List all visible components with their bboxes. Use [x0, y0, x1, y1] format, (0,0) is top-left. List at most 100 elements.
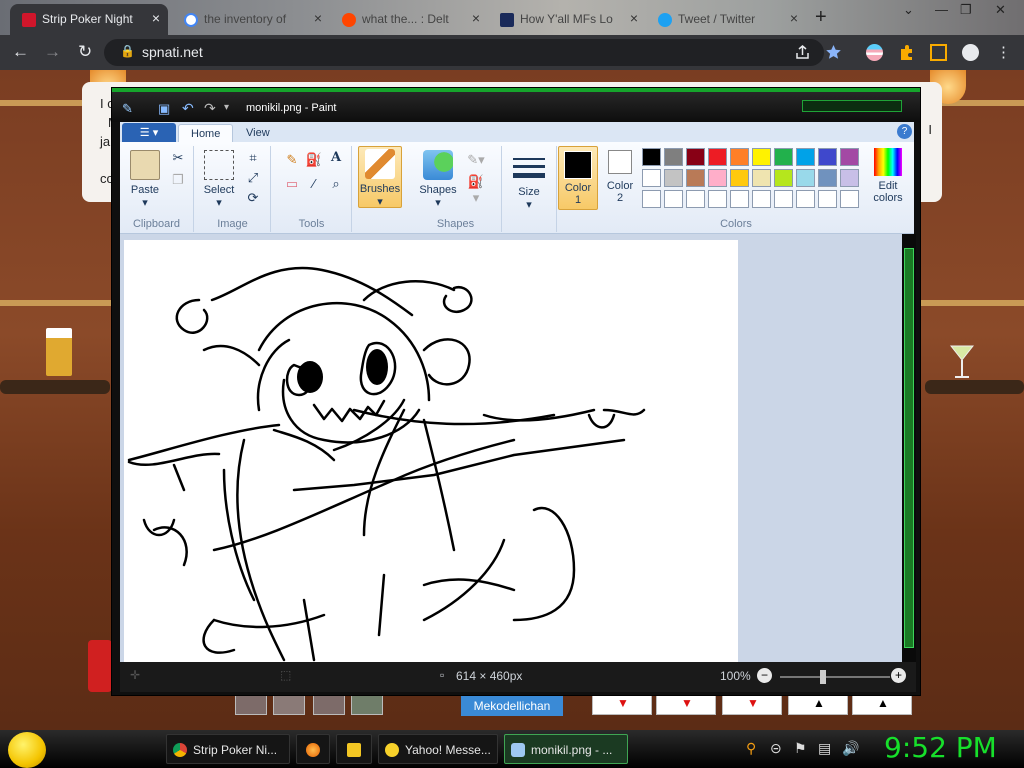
- fill-bucket-icon[interactable]: ⛽: [304, 152, 324, 170]
- puzzle-icon[interactable]: [898, 44, 915, 61]
- playing-card[interactable]: ▼: [722, 695, 782, 715]
- color-swatch[interactable]: [840, 190, 859, 208]
- save-icon[interactable]: ▣: [158, 101, 170, 117]
- sidebar-icon[interactable]: [930, 44, 947, 61]
- tab-close-icon[interactable]: ×: [790, 10, 798, 26]
- zoom-slider[interactable]: [780, 670, 890, 684]
- color-swatch[interactable]: [818, 169, 837, 187]
- chevron-down-icon[interactable]: ⌄: [903, 2, 914, 18]
- back-arrow-icon[interactable]: ←: [12, 42, 29, 62]
- color-swatch[interactable]: [796, 190, 815, 208]
- playing-card[interactable]: ▼: [592, 695, 652, 715]
- taskbar-item-firefox[interactable]: [296, 734, 330, 764]
- forward-arrow-icon[interactable]: →: [44, 42, 61, 62]
- color1-button[interactable]: Color 1: [558, 146, 598, 210]
- redo-icon[interactable]: ↷: [204, 100, 216, 117]
- color-picker-icon[interactable]: ⁄: [304, 176, 324, 194]
- color2-button[interactable]: Color 2: [602, 150, 638, 204]
- eraser-icon[interactable]: ▭: [282, 176, 302, 194]
- color-swatch[interactable]: [730, 148, 749, 166]
- brushes-button[interactable]: Brushes ▾: [358, 146, 402, 208]
- color-swatch[interactable]: [730, 169, 749, 187]
- color-swatch[interactable]: [752, 190, 771, 208]
- minimize-icon[interactable]: —: [935, 2, 948, 17]
- shapes-button[interactable]: Shapes ▾: [416, 150, 460, 209]
- share-icon[interactable]: [794, 44, 811, 61]
- tab-home[interactable]: Home: [178, 124, 234, 142]
- color-swatch[interactable]: [774, 148, 793, 166]
- crop-icon[interactable]: ⌗: [243, 150, 263, 168]
- file-menu-button[interactable]: ☰ ▾: [122, 123, 176, 142]
- color-swatch[interactable]: [642, 190, 661, 208]
- undo-icon[interactable]: ↶: [182, 100, 194, 117]
- tab-strip-poker-night[interactable]: Strip Poker Night ×: [10, 4, 168, 35]
- tab-close-icon[interactable]: ×: [472, 10, 480, 26]
- flag-icon[interactable]: ⚑: [794, 740, 807, 757]
- color-swatch[interactable]: [664, 169, 683, 187]
- color-swatch[interactable]: [686, 190, 705, 208]
- extension-icon[interactable]: [866, 44, 883, 61]
- text-tool-icon[interactable]: A: [326, 150, 346, 168]
- tab-how-yall[interactable]: How Y'all MFs Lo ×: [488, 4, 646, 35]
- pencil-icon[interactable]: ✎: [282, 152, 302, 170]
- zoom-slider-thumb[interactable]: [820, 670, 826, 684]
- tab-view[interactable]: View: [234, 124, 282, 142]
- tab-twitter[interactable]: Tweet / Twitter ×: [646, 4, 806, 35]
- rotate-icon[interactable]: ⟳: [243, 190, 263, 208]
- playing-card[interactable]: ▲: [852, 695, 912, 715]
- taskbar-item-chrome[interactable]: Strip Poker Ni...: [166, 734, 290, 764]
- color-swatch[interactable]: [752, 169, 771, 187]
- color-swatch[interactable]: [708, 169, 727, 187]
- paste-button[interactable]: Paste ▾: [126, 150, 164, 209]
- edit-colors-button[interactable]: Edit colors: [868, 148, 908, 204]
- customize-chevron-icon[interactable]: ▾: [224, 102, 229, 113]
- taskbar-item-folder[interactable]: [336, 734, 372, 764]
- magnifier-icon[interactable]: ⌕: [326, 176, 346, 194]
- color-swatch[interactable]: [796, 148, 815, 166]
- vertical-scrollbar[interactable]: [902, 234, 916, 662]
- volume-icon[interactable]: 🔊: [842, 740, 859, 757]
- color-swatch[interactable]: [752, 148, 771, 166]
- color-swatch[interactable]: [664, 148, 683, 166]
- color-swatch[interactable]: [774, 169, 793, 187]
- color-swatch[interactable]: [708, 190, 727, 208]
- color-swatch[interactable]: [686, 148, 705, 166]
- search-icon[interactable]: ⚲: [746, 740, 756, 757]
- color-swatch[interactable]: [686, 169, 705, 187]
- window-controls[interactable]: [802, 100, 902, 112]
- network-icon[interactable]: ▤: [818, 740, 831, 757]
- close-window-icon[interactable]: ✕: [995, 2, 1006, 18]
- copy-icon[interactable]: ❐: [168, 172, 188, 190]
- bookmark-star-icon[interactable]: [825, 44, 842, 61]
- zoom-in-button[interactable]: +: [891, 668, 906, 683]
- zoom-out-button[interactable]: −: [757, 668, 772, 683]
- status-icon[interactable]: ⊝: [770, 740, 782, 757]
- tab-close-icon[interactable]: ×: [152, 10, 160, 26]
- menu-dots-icon[interactable]: ⋮: [996, 43, 1011, 61]
- red-button[interactable]: [88, 640, 112, 692]
- resize-icon[interactable]: ⤢: [243, 170, 263, 188]
- restore-icon[interactable]: ❐: [960, 2, 972, 18]
- color-swatch[interactable]: [796, 169, 815, 187]
- color-swatch[interactable]: [642, 169, 661, 187]
- scrollbar-thumb[interactable]: [904, 248, 914, 648]
- reload-icon[interactable]: ↻: [78, 42, 92, 62]
- playing-card[interactable]: ▼: [656, 695, 716, 715]
- tab-reddit[interactable]: what the... : Delt ×: [330, 4, 488, 35]
- color-swatch[interactable]: [818, 190, 837, 208]
- color-swatch[interactable]: [774, 190, 793, 208]
- playing-card[interactable]: ▲: [788, 695, 848, 715]
- color-swatch[interactable]: [664, 190, 683, 208]
- drawing-canvas[interactable]: [124, 240, 738, 662]
- outline-icon[interactable]: ✎▾: [466, 152, 486, 170]
- taskbar-item-paint[interactable]: monikil.png - ...: [504, 734, 628, 764]
- start-button-smiley-icon[interactable]: [8, 732, 46, 768]
- address-bar[interactable]: 🔒 spnati.net: [104, 39, 824, 66]
- profile-avatar-icon[interactable]: [962, 44, 979, 61]
- color-swatch[interactable]: [840, 148, 859, 166]
- tab-close-icon[interactable]: ×: [630, 10, 638, 26]
- tab-close-icon[interactable]: ×: [314, 10, 322, 26]
- taskbar-item-yahoo-messenger[interactable]: Yahoo! Messe...: [378, 734, 498, 764]
- color-swatch[interactable]: [818, 148, 837, 166]
- paint-app-icon[interactable]: ✎: [122, 101, 133, 117]
